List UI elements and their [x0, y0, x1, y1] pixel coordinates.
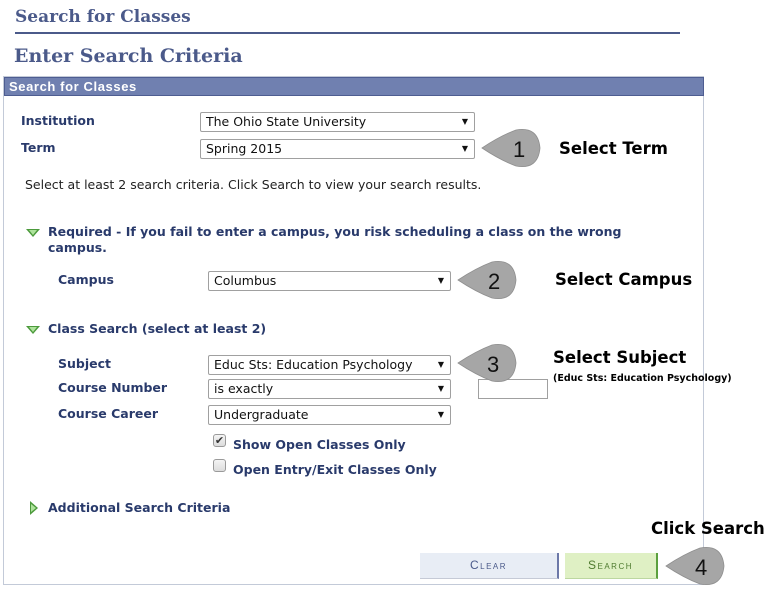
dropdown-arrow-icon: ▼ — [437, 360, 444, 369]
subject-select[interactable]: Educ Sts: Education Psychology ▼ — [208, 355, 451, 375]
subject-value: Educ Sts: Education Psychology — [214, 357, 413, 372]
campus-label: Campus — [58, 272, 114, 287]
course-career-value: Undergraduate — [214, 407, 309, 422]
collapse-triangle-icon[interactable] — [26, 229, 40, 237]
institution-select[interactable]: The Ohio State University ▼ — [200, 112, 475, 132]
term-value: Spring 2015 — [206, 141, 283, 156]
expand-triangle-icon[interactable] — [30, 501, 38, 515]
term-select[interactable]: Spring 2015 ▼ — [200, 139, 475, 159]
subject-label: Subject — [58, 356, 111, 371]
dropdown-arrow-icon: ▼ — [461, 117, 468, 126]
callout-number-4: 4 — [695, 555, 708, 580]
title-divider — [15, 32, 680, 34]
callout-number-1: 1 — [513, 137, 526, 162]
dropdown-arrow-icon: ▼ — [437, 410, 444, 419]
collapse-triangle-icon[interactable] — [26, 326, 40, 334]
required-section-line1: Required - If you fail to enter a campus… — [48, 224, 622, 239]
callout-marker-2 — [457, 261, 517, 299]
course-career-label: Course Career — [58, 406, 158, 421]
institution-value: The Ohio State University — [206, 114, 367, 129]
search-button[interactable]: Search — [565, 553, 658, 579]
dropdown-arrow-icon: ▼ — [437, 384, 444, 393]
callout-text-select-campus: Select Campus — [555, 270, 693, 289]
campus-select[interactable]: Columbus ▼ — [208, 271, 451, 291]
instructions-text: Select at least 2 search criteria. Click… — [25, 177, 482, 192]
institution-label: Institution — [21, 113, 95, 128]
callout-text-click-search: Click Search — [651, 519, 765, 538]
callout-text-select-subject: Select Subject — [553, 348, 687, 367]
required-section-line2: campus. — [48, 240, 107, 255]
checkmark-icon: ✔ — [214, 434, 225, 447]
class-search-section-header[interactable]: Class Search (select at least 2) — [48, 321, 266, 336]
additional-search-criteria-link[interactable]: Additional Search Criteria — [48, 500, 230, 515]
page-subtitle: Enter Search Criteria — [14, 45, 243, 67]
page-title: Search for Classes — [15, 7, 191, 27]
open-entry-exit-label[interactable]: Open Entry/Exit Classes Only — [233, 462, 437, 477]
callout-number-2: 2 — [488, 269, 501, 294]
callout-text-select-term: Select Term — [559, 139, 668, 158]
course-career-select[interactable]: Undergraduate ▼ — [208, 405, 451, 425]
callout-subtext-subject: (Educ Sts: Education Psychology) — [553, 373, 732, 384]
course-number-operator-select[interactable]: is exactly ▼ — [208, 379, 451, 399]
clear-button[interactable]: Clear — [420, 553, 559, 579]
open-entry-exit-checkbox[interactable] — [213, 459, 226, 472]
callout-number-3: 3 — [487, 352, 500, 377]
campus-value: Columbus — [214, 273, 277, 288]
show-open-classes-label[interactable]: Show Open Classes Only — [233, 437, 406, 452]
dropdown-arrow-icon: ▼ — [437, 276, 444, 285]
course-number-label: Course Number — [58, 380, 168, 395]
show-open-classes-checkbox[interactable]: ✔ — [213, 434, 226, 447]
dropdown-arrow-icon: ▼ — [461, 144, 468, 153]
callout-marker-1 — [481, 129, 541, 167]
course-number-operator-value: is exactly — [214, 381, 274, 396]
term-label: Term — [21, 140, 56, 155]
required-section-header[interactable]: Required - If you fail to enter a campus… — [48, 224, 621, 256]
panel-header: Search for Classes — [4, 77, 704, 96]
